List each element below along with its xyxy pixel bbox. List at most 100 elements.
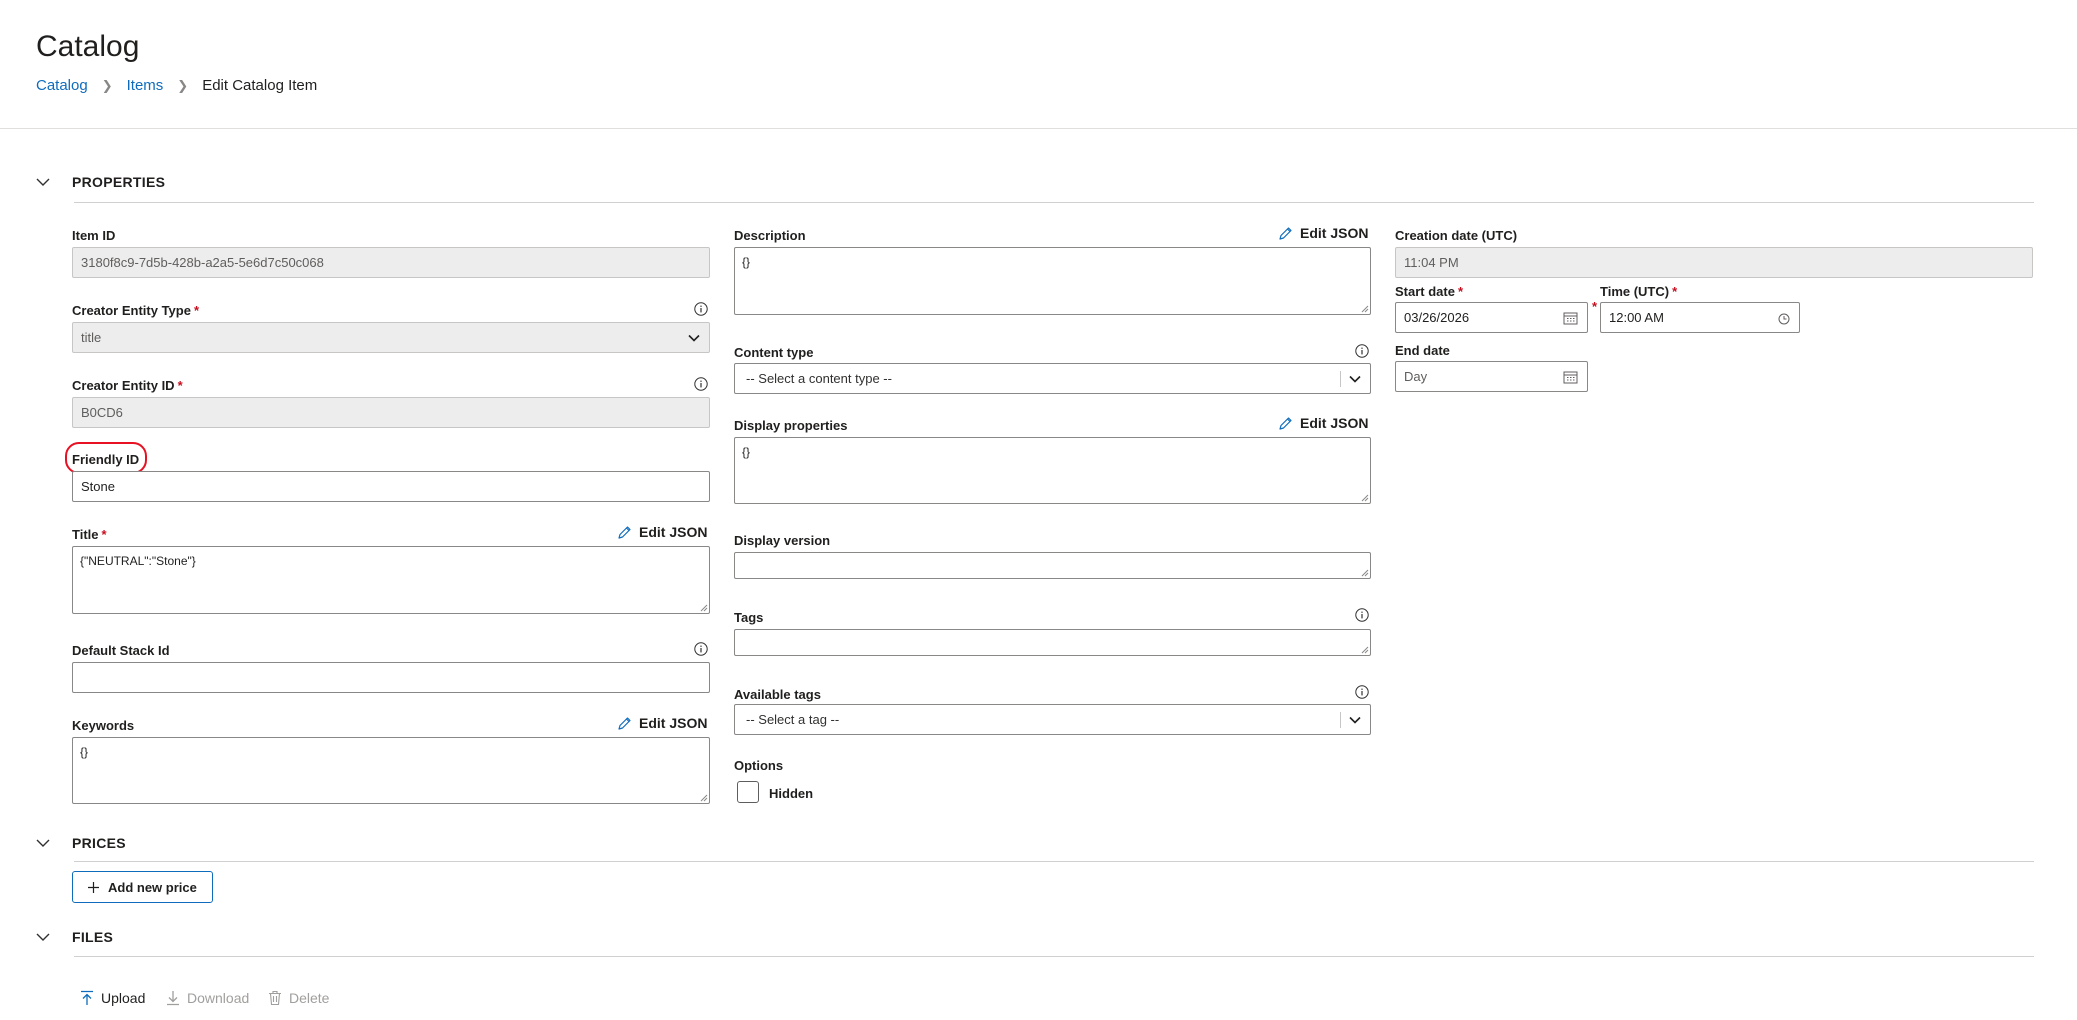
plus-icon: [88, 881, 99, 893]
keywords-edit-json-button[interactable]: Edit JSON: [617, 715, 707, 731]
resize-grip-icon[interactable]: [1361, 646, 1369, 654]
download-icon: [167, 991, 179, 1006]
time-utc-value: 12:00 AM: [1609, 310, 1664, 325]
section-divider: [74, 861, 2034, 862]
download-button[interactable]: Download: [166, 990, 249, 1006]
chevron-down-icon: [36, 839, 50, 847]
pencil-icon: [618, 525, 631, 539]
chevron-down-icon: [36, 178, 50, 186]
properties-section-toggle[interactable]: PROPERTIES: [36, 174, 165, 190]
upload-button[interactable]: Upload: [80, 990, 145, 1006]
title-textarea[interactable]: {"NEUTRAL":"Stone"}: [72, 546, 710, 614]
delete-button[interactable]: Delete: [268, 990, 329, 1006]
breadcrumb-items[interactable]: Items: [127, 77, 164, 94]
content-type-select[interactable]: -- Select a content type --: [734, 363, 1371, 394]
friendly-id-input[interactable]: Stone: [72, 471, 710, 502]
resize-grip-icon[interactable]: [1361, 305, 1369, 313]
description-textarea[interactable]: {}: [734, 247, 1371, 315]
item-id-value: 3180f8c9-7d5b-428b-a2a5-5e6d7c50c068: [81, 255, 324, 270]
hidden-checkbox[interactable]: [737, 781, 759, 803]
end-date-input[interactable]: Day: [1395, 361, 1588, 392]
item-id-label: Item ID: [72, 228, 116, 243]
section-divider: [74, 956, 2034, 957]
page-title: Catalog: [36, 30, 140, 63]
keywords-textarea[interactable]: {}: [72, 737, 710, 804]
start-date-value: 03/26/2026: [1404, 310, 1470, 325]
end-date-placeholder: Day: [1404, 369, 1428, 384]
time-utc-input[interactable]: 12:00 AM: [1600, 302, 1800, 333]
tags-label: Tags: [734, 610, 764, 625]
calendar-icon[interactable]: [1563, 370, 1578, 384]
upload-icon: [81, 990, 93, 1005]
files-section-title: FILES: [72, 929, 114, 945]
resize-grip-icon[interactable]: [1361, 569, 1369, 577]
display-properties-label: Display properties: [734, 418, 848, 433]
description-label: Description: [734, 228, 806, 243]
description-value: {}: [742, 255, 751, 269]
chevron-right-icon: ❯: [101, 77, 113, 93]
pencil-icon: [1279, 416, 1292, 430]
info-icon[interactable]: [694, 302, 708, 316]
resize-grip-icon[interactable]: [1361, 494, 1369, 502]
resize-grip-icon[interactable]: [700, 604, 708, 612]
keywords-label: Keywords: [72, 718, 135, 733]
section-divider: [74, 202, 2034, 203]
default-stack-id-input[interactable]: [72, 662, 710, 693]
prices-section-toggle[interactable]: PRICES: [36, 835, 126, 851]
info-icon[interactable]: [1355, 685, 1369, 699]
friendly-id-value: Stone: [81, 479, 115, 494]
creator-entity-type-label: Creator Entity Type *: [72, 303, 200, 318]
pencil-icon: [618, 716, 631, 730]
start-date-input[interactable]: 03/26/2026: [1395, 302, 1588, 333]
item-id-field: 3180f8c9-7d5b-428b-a2a5-5e6d7c50c068: [72, 247, 710, 278]
creator-entity-id-value: B0CD6: [81, 405, 123, 420]
title-value: {"NEUTRAL":"Stone"}: [80, 554, 196, 568]
title-label: Title *: [72, 527, 107, 542]
time-utc-label: Time (UTC) *: [1600, 284, 1678, 299]
hidden-checkbox-label[interactable]: Hidden: [769, 786, 813, 801]
end-date-label: End date: [1395, 343, 1450, 358]
display-properties-edit-json-button[interactable]: Edit JSON: [1278, 415, 1368, 431]
available-tags-select[interactable]: -- Select a tag --: [734, 704, 1371, 735]
start-date-label: Start date *: [1395, 284, 1464, 299]
clock-icon[interactable]: [1778, 313, 1790, 325]
display-properties-textarea[interactable]: {}: [734, 437, 1371, 504]
creation-date-label: Creation date (UTC): [1395, 228, 1518, 243]
start-date-required-mark: *: [1592, 299, 1598, 314]
breadcrumb-current: Edit Catalog Item: [202, 77, 318, 94]
tags-input[interactable]: [734, 629, 1371, 656]
calendar-icon[interactable]: [1563, 311, 1578, 325]
chevron-down-icon: [688, 334, 700, 342]
add-new-price-button[interactable]: Add new price: [72, 871, 213, 903]
info-icon[interactable]: [1355, 344, 1369, 358]
display-version-input[interactable]: [734, 552, 1371, 579]
creator-entity-type-value: title: [81, 330, 102, 345]
title-edit-json-button[interactable]: Edit JSON: [617, 524, 707, 540]
creator-entity-type-select[interactable]: title: [72, 322, 710, 353]
options-label: Options: [734, 758, 784, 773]
friendly-id-label: Friendly ID: [72, 452, 140, 467]
trash-icon: [269, 990, 281, 1006]
chevron-down-icon: [36, 933, 50, 941]
resize-grip-icon[interactable]: [700, 794, 708, 802]
chevron-right-icon: ❯: [177, 77, 189, 93]
creation-date-value: 11:04 PM: [1404, 255, 1459, 270]
properties-section-title: PROPERTIES: [72, 174, 166, 190]
pencil-icon: [1279, 226, 1292, 240]
display-properties-value: {}: [742, 445, 751, 459]
files-section-toggle[interactable]: FILES: [36, 929, 113, 945]
description-edit-json-button[interactable]: Edit JSON: [1278, 225, 1368, 241]
content-type-label: Content type: [734, 345, 814, 360]
creation-date-field: 11:04 PM: [1395, 247, 2033, 278]
display-version-label: Display version: [734, 533, 831, 548]
chevron-down-icon: [1349, 716, 1361, 724]
available-tags-placeholder: -- Select a tag --: [746, 712, 840, 727]
prices-section-title: PRICES: [72, 835, 126, 851]
info-icon[interactable]: [694, 642, 708, 656]
info-icon[interactable]: [694, 377, 708, 391]
breadcrumb-catalog[interactable]: Catalog: [36, 77, 88, 94]
available-tags-label: Available tags: [734, 687, 821, 702]
info-icon[interactable]: [1355, 608, 1369, 622]
page-header: Catalog Catalog ❯ Items ❯ Edit Catalog I…: [0, 0, 2077, 129]
creator-entity-id-field: B0CD6: [72, 397, 710, 428]
